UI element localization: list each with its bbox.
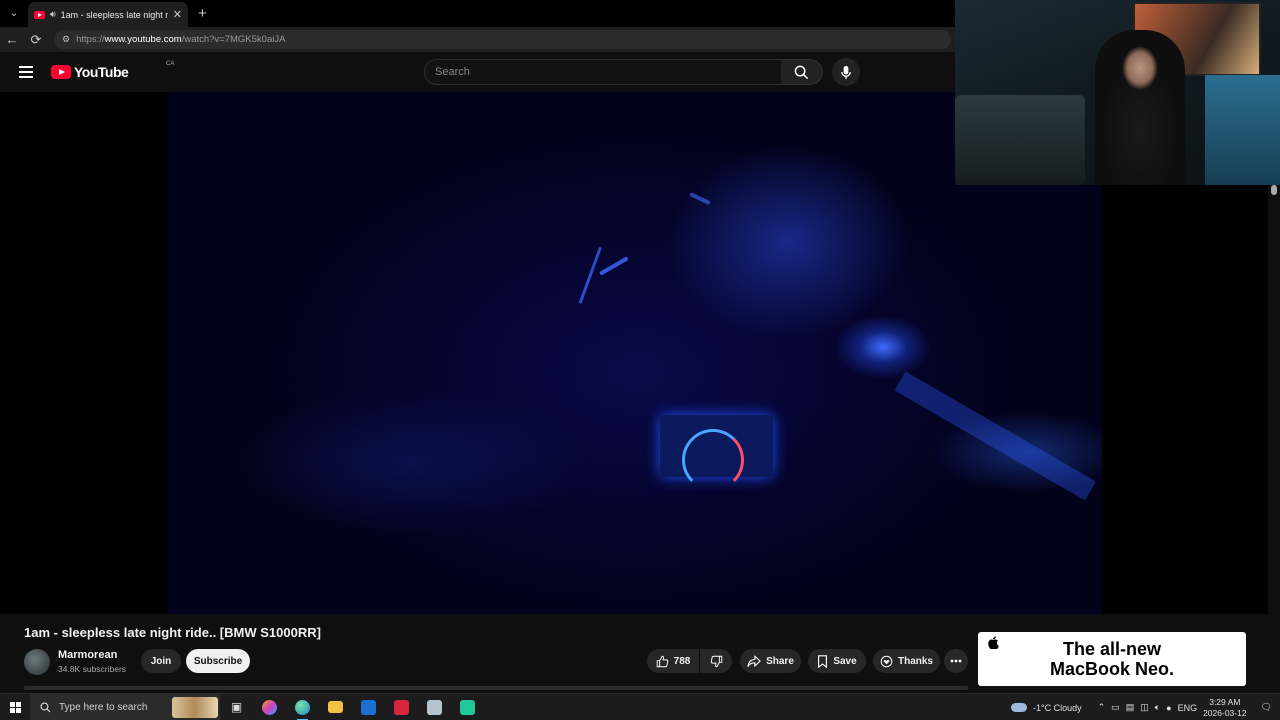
windows-taskbar: Type here to search ▣ -1°C Cloudy ⌃ ▭ ▤ …: [0, 693, 1280, 720]
new-tab-button[interactable]: +: [198, 5, 207, 22]
like-count: 788: [673, 655, 691, 667]
country-code: CA: [166, 61, 175, 67]
dislike-button[interactable]: [700, 649, 732, 673]
more-horizontal-icon: [950, 659, 962, 663]
audio-playing-icon[interactable]: 🔊︎: [50, 9, 56, 20]
file-explorer-icon[interactable]: [319, 694, 352, 720]
save-button[interactable]: Save: [808, 649, 866, 673]
microphone-tray-icon[interactable]: ●: [1166, 703, 1171, 713]
bookmark-icon: [818, 654, 828, 668]
thumbs-up-icon: [656, 655, 668, 667]
tab-search-menu-button[interactable]: ⌄: [4, 4, 24, 24]
weather-text[interactable]: -1°C Cloudy: [1033, 703, 1082, 713]
content-divider: [24, 686, 968, 690]
clock[interactable]: 3:29 AM 2026-03-12: [1203, 697, 1246, 719]
page-scrollbar[interactable]: [1268, 185, 1280, 690]
channel-avatar[interactable]: [24, 649, 50, 675]
more-actions-button[interactable]: [944, 649, 968, 673]
site-info-icon[interactable]: ⚙: [62, 34, 70, 45]
reload-icon[interactable]: ⟳: [24, 32, 48, 48]
cloud-weather-icon: [1011, 703, 1027, 712]
ad-headline: The all-new: [1062, 639, 1161, 659]
channel-name[interactable]: Marmorean: [58, 649, 117, 661]
tray-app-icon[interactable]: ▭: [1111, 702, 1120, 713]
tray-app-icon-2[interactable]: ◫: [1140, 702, 1149, 713]
search-button[interactable]: [781, 59, 823, 85]
ad-product: MacBook Neo.: [1049, 659, 1175, 679]
youtube-wordmark: YouTube: [74, 64, 129, 80]
network-icon[interactable]: ▤: [1126, 702, 1135, 713]
back-arrow-icon[interactable]: ←: [0, 32, 24, 47]
search-highlight-image[interactable]: [172, 696, 218, 718]
language-indicator[interactable]: ENG: [1178, 703, 1198, 713]
gift-app-icon[interactable]: [385, 694, 418, 720]
background-shelf: [1205, 75, 1280, 185]
webcam-overlay: [955, 0, 1280, 185]
clock-time: 3:29 AM: [1209, 696, 1241, 707]
notepad-icon[interactable]: [418, 694, 451, 720]
game-app-icon[interactable]: [451, 694, 484, 720]
search-placeholder: Search: [435, 66, 470, 78]
share-button[interactable]: Share: [740, 649, 801, 673]
task-view-icon[interactable]: ▣: [220, 694, 253, 720]
microphone-icon: [841, 65, 851, 79]
youtube-masthead: YouTube CA Search: [0, 52, 955, 92]
search-input[interactable]: Search: [424, 59, 782, 85]
tab-title: 1am - sleepless late night ride: [60, 9, 168, 20]
thumbs-down-icon: [710, 655, 722, 667]
scrollbar-thumb[interactable]: [1271, 185, 1277, 195]
clock-date: 2026-03-12: [1203, 707, 1247, 718]
taskbar-search-box[interactable]: Type here to search: [30, 693, 220, 720]
thanks-heart-dollar-icon: [880, 655, 893, 667]
hamburger-menu-icon[interactable]: [19, 66, 33, 81]
subscribe-button[interactable]: Subscribe: [186, 649, 250, 673]
video-title: 1am - sleepless late night ride.. [BMW S…: [24, 625, 321, 640]
motorcycle-dashboard: [660, 415, 773, 491]
macbook-ad-banner[interactable]: The all-new MacBook Neo.: [978, 632, 1246, 686]
outlook-icon[interactable]: [352, 694, 385, 720]
start-button[interactable]: [0, 694, 30, 720]
system-tray: -1°C Cloudy ⌃ ▭ ▤ ◫ 🔈︎ ● ENG 3:29 AM 202…: [1011, 694, 1280, 720]
subscriber-count: 34.8K subscribers: [58, 664, 127, 674]
background-bed: [955, 95, 1085, 185]
streamer: [1095, 30, 1185, 185]
like-button[interactable]: 788: [647, 649, 699, 673]
youtube-logo[interactable]: YouTube CA: [51, 61, 174, 80]
url-text: https://www.youtube.com/watch?v=7MGK5k0a…: [76, 34, 286, 45]
browser-toolbar: ← ⟳ ⚙ https://www.youtube.com/watch?v=7M…: [0, 27, 955, 52]
youtube-favicon-icon: [34, 10, 45, 19]
address-bar[interactable]: ⚙ https://www.youtube.com/watch?v=7MGK5k…: [54, 30, 951, 49]
taskbar-search-placeholder: Type here to search: [59, 701, 148, 713]
show-hidden-icons-chevron-icon[interactable]: ⌃: [1098, 702, 1106, 713]
windows-logo-icon: [9, 701, 21, 713]
speaker-icon[interactable]: 🔈︎: [1155, 702, 1160, 713]
share-arrow-icon: [747, 654, 761, 667]
edge-browser-icon[interactable]: [286, 694, 319, 720]
search-icon: [794, 65, 809, 79]
save-label: Save: [833, 655, 857, 667]
share-label: Share: [766, 655, 794, 667]
tachometer-arc: [682, 429, 744, 491]
search-icon: [40, 701, 51, 712]
screen: ⌄ 🔊︎ 1am - sleepless late night ride ✕ +…: [0, 0, 1280, 720]
voice-search-button[interactable]: [832, 58, 860, 86]
thanks-label: Thanks: [897, 655, 933, 667]
browser-tab-active[interactable]: 🔊︎ 1am - sleepless late night ride ✕: [28, 2, 188, 27]
youtube-play-logo-icon: [51, 65, 71, 79]
thanks-button[interactable]: Thanks: [873, 649, 940, 673]
notifications-icon[interactable]: 🗨︎: [1261, 702, 1272, 713]
copilot-icon[interactable]: [253, 694, 286, 720]
close-tab-icon[interactable]: ✕: [173, 8, 182, 21]
join-button[interactable]: Join: [141, 649, 181, 673]
